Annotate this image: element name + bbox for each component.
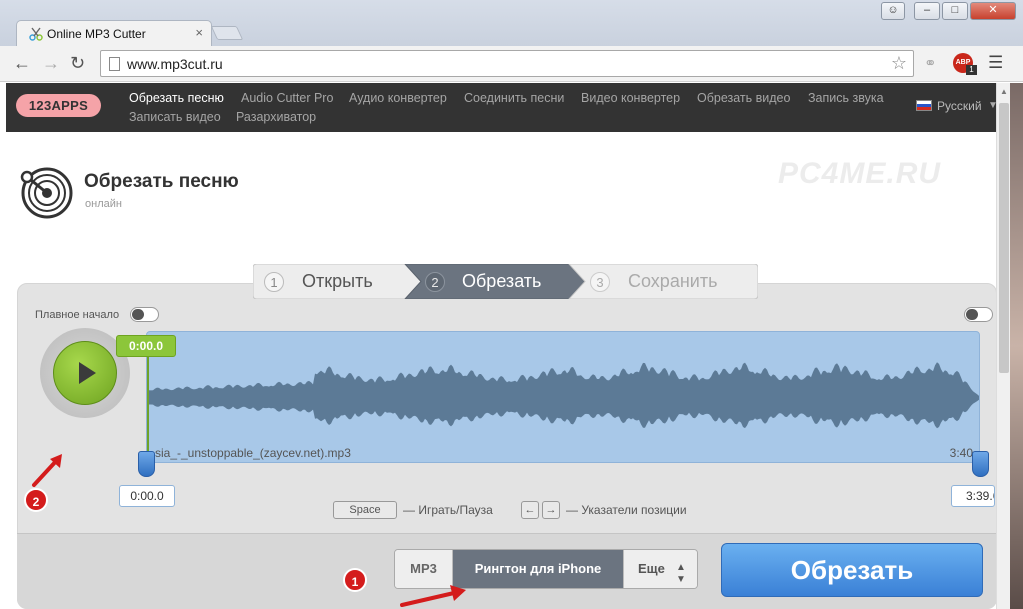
toggle-knob — [966, 309, 978, 320]
step-number: 3 — [590, 272, 610, 292]
annotation-marker-2: 2 — [24, 488, 48, 512]
step-label: Обрезать — [462, 271, 542, 291]
site-logo[interactable]: 123APPS — [16, 94, 101, 117]
scissors-favicon-icon — [29, 27, 43, 41]
new-tab-button[interactable] — [210, 26, 244, 40]
profile-button[interactable]: ☺ — [881, 2, 905, 20]
position-hint: — Указатели позиции — [566, 503, 687, 517]
right-arrow-key-icon: → — [542, 501, 560, 519]
page-viewport: 123APPS Обрезать песню Audio Cutter Pro … — [6, 83, 996, 609]
reload-icon[interactable]: ↻ — [70, 54, 85, 72]
page-subtitle: онлайн — [85, 198, 122, 210]
chevron-updown-icon: ▲ ▼ — [676, 562, 686, 585]
left-arrow-key-icon: ← — [521, 501, 539, 519]
nav-link-cut-video[interactable]: Обрезать видео — [697, 91, 790, 105]
nav-link-audio-cutter-pro[interactable]: Audio Cutter Pro — [241, 91, 333, 105]
page-title: Обрезать песню — [84, 171, 239, 192]
language-selector[interactable]: Русский — [916, 99, 982, 113]
watermark: PC4ME.RU — [778, 157, 942, 190]
nav-link-record-sound[interactable]: Запись звука — [808, 91, 884, 105]
nav-link-record-video[interactable]: Записать видео — [129, 110, 221, 124]
scroll-up-icon[interactable]: ▲ — [1000, 87, 1008, 96]
step-label: Открыть — [302, 271, 373, 291]
screen: Online MP3 Cutter × ☺ – □ ✕ ← → ↻ www.mp… — [0, 0, 1023, 609]
annotation-arrow-play-icon — [32, 454, 62, 487]
chevron-down-icon[interactable]: ▼ — [988, 100, 996, 111]
russian-flag-icon — [916, 100, 932, 111]
format-more-dropdown[interactable]: Еще ▲ ▼ — [623, 550, 697, 588]
waveform-area[interactable]: sia_-_unstoppable_(zaycev.net).mp3 3:40 — [146, 331, 980, 463]
vinyl-scissors-icon — [20, 167, 73, 219]
close-window-button[interactable]: ✕ — [970, 2, 1016, 20]
step-number: 2 — [425, 272, 445, 292]
tab-title: Online MP3 Cutter — [47, 27, 146, 41]
nav-link-video-converter[interactable]: Видео конвертер — [581, 91, 680, 105]
space-key-hint: Space — [333, 501, 397, 519]
url-text: www.mp3cut.ru — [127, 56, 223, 72]
page-scrollbar[interactable]: ▲ — [996, 83, 1010, 609]
browser-toolbar: ← → ↻ www.mp3cut.ru ☆ ⚭ ABP 1 ☰ — [0, 46, 1023, 82]
fade-in-label: Плавное начало — [35, 309, 120, 321]
format-iphone-ringtone[interactable]: Рингтон для iPhone — [453, 550, 623, 588]
toggle-knob — [132, 309, 144, 320]
annotation-arrow-format-icon — [400, 585, 466, 607]
duration-label: 3:40 — [949, 446, 973, 460]
tab-close-icon[interactable]: × — [195, 25, 203, 40]
maximize-button[interactable]: □ — [942, 2, 968, 20]
nav-link-unarchiver[interactable]: Разархиватор — [236, 110, 316, 124]
scroll-thumb[interactable] — [999, 103, 1009, 373]
address-bar[interactable]: www.mp3cut.ru ☆ — [100, 50, 914, 77]
site-navigation: 123APPS Обрезать песню Audio Cutter Pro … — [6, 83, 996, 132]
browser-tab[interactable]: Online MP3 Cutter × — [16, 20, 212, 46]
step-label: Сохранить — [628, 271, 718, 291]
forward-arrow-icon[interactable]: → — [42, 54, 60, 72]
end-handle[interactable] — [972, 451, 989, 477]
fade-in-toggle[interactable] — [130, 307, 159, 322]
annotation-marker-1: 1 — [343, 568, 367, 592]
step-number: 1 — [264, 272, 284, 292]
waveform-graphic — [147, 362, 979, 429]
nav-link-cut-song[interactable]: Обрезать песню — [129, 91, 224, 105]
start-handle[interactable] — [138, 451, 155, 477]
format-more-label: Еще — [638, 561, 665, 576]
play-icon — [79, 362, 96, 384]
adblock-count-badge: 1 — [966, 65, 977, 75]
start-time-input[interactable]: 0:00.0 — [119, 485, 175, 507]
link-extension-icon[interactable]: ⚭ — [924, 54, 937, 72]
file-name: sia_-_unstoppable_(zaycev.net).mp3 — [155, 446, 351, 460]
nav-link-audio-converter[interactable]: Аудио конвертер — [349, 91, 447, 105]
browser-titlebar: Online MP3 Cutter × ☺ – □ ✕ — [0, 0, 1023, 46]
menu-hamburger-icon[interactable]: ☰ — [988, 53, 1003, 73]
back-arrow-icon[interactable]: ← — [13, 54, 31, 72]
end-time-input[interactable]: 3:39.6 — [951, 485, 995, 507]
language-label: Русский — [937, 99, 982, 113]
play-pause-hint: — Играть/Пауза — [403, 503, 493, 517]
minimize-button[interactable]: – — [914, 2, 940, 20]
page-icon — [109, 57, 120, 71]
desktop-background-strip — [1010, 83, 1023, 609]
cut-button[interactable]: Обрезать — [721, 543, 983, 597]
fade-out-toggle[interactable] — [964, 307, 993, 322]
bookmark-star-icon[interactable]: ☆ — [891, 53, 907, 74]
nav-link-join-songs[interactable]: Соединить песни — [464, 91, 564, 105]
waveform-shape — [147, 362, 979, 429]
start-time-tag: 0:00.0 — [116, 335, 176, 357]
